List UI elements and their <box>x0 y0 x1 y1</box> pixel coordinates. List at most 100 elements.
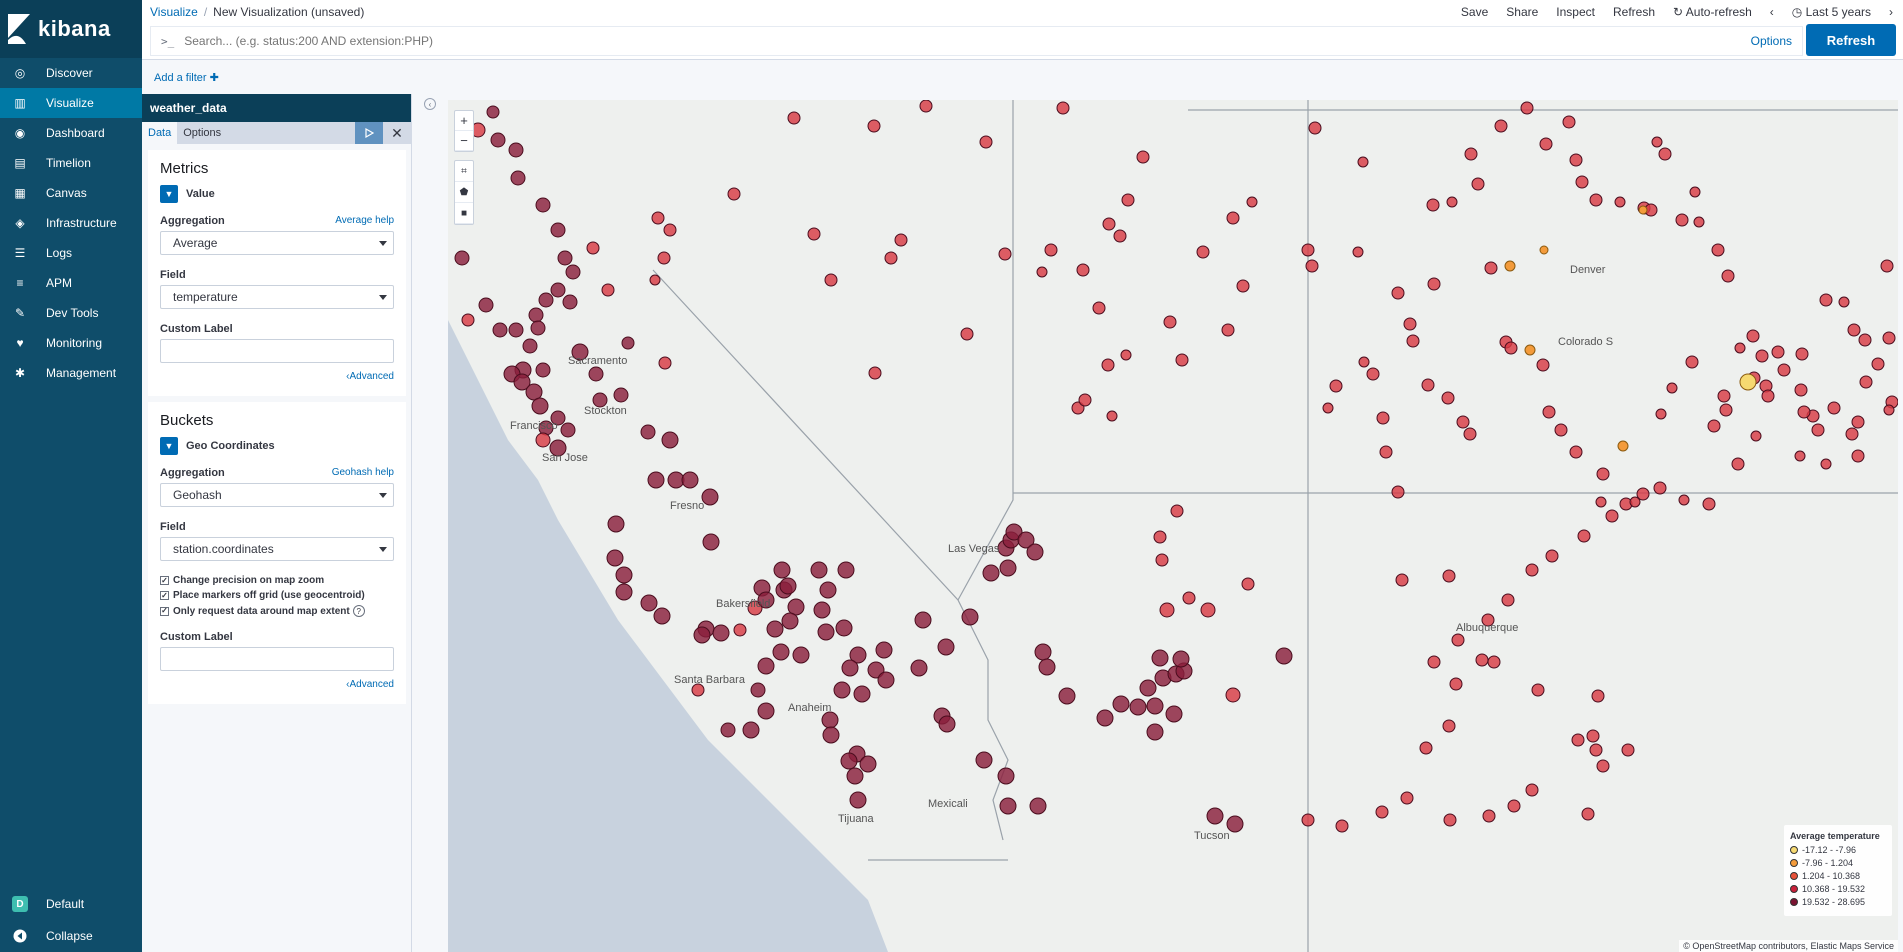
geohash-marker[interactable] <box>586 241 600 255</box>
nav-item-apm[interactable]: ≡ APM <box>0 268 142 298</box>
geohash-marker[interactable] <box>486 105 500 119</box>
geohash-marker[interactable] <box>1678 494 1690 506</box>
geohash-marker[interactable] <box>657 251 671 265</box>
geohash-marker[interactable] <box>1605 509 1619 523</box>
geohash-marker[interactable] <box>837 561 855 579</box>
geohash-marker[interactable] <box>1717 389 1731 403</box>
geohash-marker[interactable] <box>560 422 576 438</box>
chevron-down-icon[interactable]: ▼ <box>160 437 178 455</box>
geohash-marker[interactable] <box>454 250 470 266</box>
zoom-out-button[interactable]: − <box>455 131 473 151</box>
geohash-marker[interactable] <box>1617 440 1629 452</box>
time-prev-button[interactable]: ‹ <box>1770 5 1774 19</box>
geohash-marker[interactable] <box>1146 697 1164 715</box>
geohash-marker[interactable] <box>1200 602 1216 618</box>
geohash-marker[interactable] <box>557 250 573 266</box>
geohash-marker[interactable] <box>1487 655 1501 669</box>
geohash-marker[interactable] <box>1236 279 1250 293</box>
geohash-marker[interactable] <box>1494 119 1508 133</box>
geohash-marker[interactable] <box>1504 260 1516 272</box>
fit-bounds-icon[interactable]: ⌗ <box>455 161 473 182</box>
geohash-marker[interactable] <box>997 767 1015 785</box>
geohash-marker[interactable] <box>824 273 838 287</box>
geohash-marker[interactable] <box>1739 373 1757 391</box>
geohash-marker[interactable] <box>1794 450 1806 462</box>
nav-item-dashboard[interactable]: ◉ Dashboard <box>0 118 142 148</box>
geohash-marker[interactable] <box>1421 378 1435 392</box>
geohash-marker[interactable] <box>1746 329 1760 343</box>
geohash-marker[interactable] <box>1175 353 1189 367</box>
geohash-marker[interactable] <box>613 387 629 403</box>
inspect-menu-item[interactable]: Inspect <box>1556 5 1595 19</box>
precision-checkbox-row[interactable]: ✓ Change precision on map zoom <box>160 575 394 586</box>
geohash-marker[interactable] <box>1029 797 1047 815</box>
geohash-marker[interactable] <box>1571 733 1585 747</box>
geohash-marker[interactable] <box>1464 147 1478 161</box>
geohash-marker[interactable] <box>773 561 791 579</box>
geohash-marker[interactable] <box>1038 658 1056 676</box>
geohash-marker[interactable] <box>1482 809 1496 823</box>
geohash-marker[interactable] <box>1562 115 1576 129</box>
geohash-marker[interactable] <box>1301 243 1315 257</box>
geohash-marker[interactable] <box>849 791 867 809</box>
geohash-marker[interactable] <box>1196 245 1210 259</box>
geohash-marker[interactable] <box>1376 411 1390 425</box>
geohash-marker[interactable] <box>1827 401 1841 415</box>
geohash-marker[interactable] <box>1883 404 1895 416</box>
geohash-marker[interactable] <box>1146 723 1164 741</box>
geohash-marker[interactable] <box>1569 153 1583 167</box>
geohash-marker[interactable] <box>1221 323 1235 337</box>
geohash-marker[interactable] <box>1797 405 1811 419</box>
geohash-marker[interactable] <box>1734 342 1746 354</box>
geohash-marker[interactable] <box>1702 497 1716 511</box>
geohash-marker[interactable] <box>606 549 624 567</box>
geohash-marker[interactable] <box>1851 449 1865 463</box>
geohash-marker[interactable] <box>817 623 835 641</box>
geohash-marker[interactable] <box>1375 805 1389 819</box>
geohash-marker[interactable] <box>1777 363 1791 377</box>
geohash-marker[interactable] <box>1395 573 1409 587</box>
geohash-marker[interactable] <box>810 561 828 579</box>
geohash-marker[interactable] <box>1858 333 1872 347</box>
geohash-marker[interactable] <box>792 646 810 664</box>
geohash-marker[interactable] <box>621 336 635 350</box>
geohash-marker[interactable] <box>562 294 578 310</box>
geohash-marker[interactable] <box>1484 261 1498 275</box>
geohash-marker[interactable] <box>1711 243 1725 257</box>
collapse-sidebar-icon[interactable]: ‹ <box>424 98 436 110</box>
geohash-marker[interactable] <box>1155 553 1169 567</box>
geohash-marker[interactable] <box>914 611 932 629</box>
geohash-marker[interactable] <box>1101 358 1115 372</box>
discard-changes-button[interactable]: ✕ <box>383 122 411 144</box>
time-next-button[interactable]: › <box>1889 5 1893 19</box>
nav-item-discover[interactable]: ◎ Discover <box>0 58 142 88</box>
geohash-marker[interactable] <box>531 397 549 415</box>
metric-agg-header[interactable]: ▼ Value <box>160 185 394 203</box>
geohash-marker[interactable] <box>772 643 790 661</box>
geohash-marker[interactable] <box>1771 345 1785 359</box>
geohash-marker[interactable] <box>1056 101 1070 115</box>
geohash-marker[interactable] <box>938 715 956 733</box>
geohash-marker[interactable] <box>1755 349 1769 363</box>
geohash-marker[interactable] <box>1400 791 1414 805</box>
geohash-marker[interactable] <box>1475 653 1489 667</box>
geohash-marker[interactable] <box>1076 263 1090 277</box>
bucket-field-select[interactable]: station.coordinates <box>160 537 394 561</box>
geohash-marker[interactable] <box>1044 243 1058 257</box>
geohash-marker[interactable] <box>1693 216 1705 228</box>
geohash-marker[interactable] <box>535 197 551 213</box>
geohash-marker[interactable] <box>1329 379 1343 393</box>
geohash-marker[interactable] <box>1847 323 1861 337</box>
geohash-marker[interactable] <box>1446 196 1458 208</box>
geohash-marker[interactable] <box>853 685 871 703</box>
geohash-marker[interactable] <box>1151 649 1169 667</box>
extent-checkbox-row[interactable]: ✓ Only request data around map extent? <box>160 605 394 617</box>
geohash-marker[interactable] <box>1120 349 1132 361</box>
geohash-marker[interactable] <box>1591 689 1605 703</box>
geohash-marker[interactable] <box>1139 679 1157 697</box>
geohash-marker[interactable] <box>1719 403 1733 417</box>
geohash-marker[interactable] <box>1301 813 1315 827</box>
geohash-marker[interactable] <box>1731 457 1745 471</box>
geohash-marker[interactable] <box>490 132 506 148</box>
geohash-marker[interactable] <box>884 251 898 265</box>
